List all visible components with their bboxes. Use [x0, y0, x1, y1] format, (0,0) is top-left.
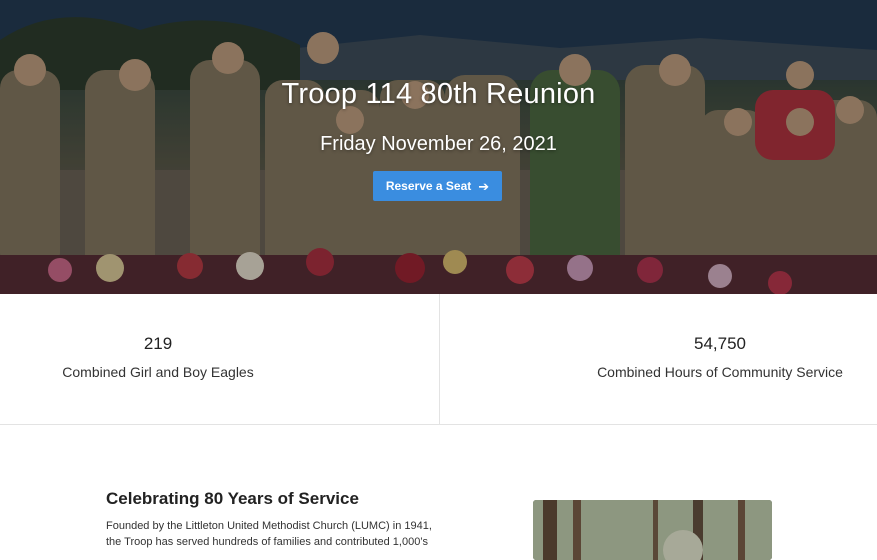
page-title: Troop 114 80th Reunion — [281, 78, 596, 110]
arrow-right-icon: ➔ — [478, 178, 490, 194]
hero-banner: Troop 114 80th Reunion Friday November 2… — [0, 0, 877, 294]
section-photo — [533, 500, 772, 560]
stats-divider — [439, 294, 440, 424]
stat-service-value: 54,750 — [694, 334, 746, 353]
section-text-line: Founded by the Littleton United Methodis… — [106, 520, 432, 532]
forest-photo — [533, 500, 772, 560]
stat-eagles-label: Combined Girl and Boy Eagles — [62, 364, 254, 380]
section-heading: Celebrating 80 Years of Service — [106, 489, 359, 508]
reserve-seat-button[interactable]: Reserve a Seat ➔ — [373, 171, 502, 201]
stat-eagles-value: 219 — [143, 334, 173, 353]
section-text: Founded by the Littleton United Methodis… — [106, 518, 446, 550]
stat-service-label: Combined Hours of Community Service — [597, 364, 843, 380]
stats-section: 219 Combined Girl and Boy Eagles 54,750 … — [0, 294, 877, 425]
reserve-seat-label: Reserve a Seat — [385, 179, 472, 193]
event-date: Friday November 26, 2021 — [320, 133, 557, 155]
section-text-line: the Troop has served hundreds of familie… — [106, 536, 429, 548]
